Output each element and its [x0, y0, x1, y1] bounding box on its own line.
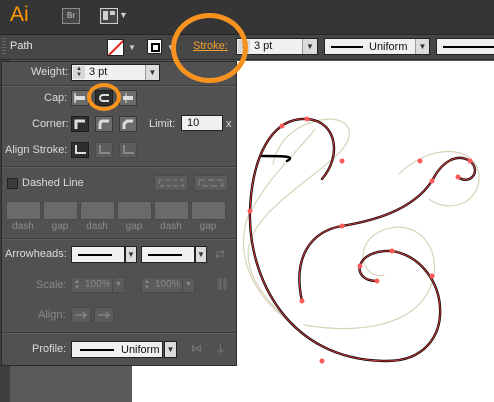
- gap-label: gap: [51, 221, 69, 232]
- divider: [2, 332, 236, 334]
- bevel-join-button[interactable]: [119, 116, 137, 132]
- dash-label: dash: [160, 221, 182, 232]
- scale-label: Scale:: [36, 279, 67, 291]
- end-scale-field[interactable]: ▲ ▼ 100% ▼: [141, 277, 195, 293]
- align-inside-button[interactable]: [95, 142, 113, 158]
- chevron-down-icon[interactable]: ▼: [119, 10, 128, 20]
- bridge-button[interactable]: Br: [62, 8, 80, 24]
- flip-along-icon[interactable]: ⋈: [191, 342, 202, 355]
- divider: [2, 166, 236, 168]
- profile-value: Uniform: [121, 344, 160, 356]
- profile-preview: [331, 46, 363, 48]
- gap-field-2[interactable]: [117, 201, 152, 220]
- flip-across-icon[interactable]: ⏚: [215, 341, 226, 357]
- projecting-cap-button[interactable]: [119, 90, 137, 106]
- dash-label: dash: [86, 221, 108, 232]
- end-scale-value: 100%: [155, 279, 181, 290]
- chevron-down-icon[interactable]: ▼: [164, 341, 177, 358]
- align-dashes-button[interactable]: [194, 175, 228, 191]
- stepper-icon[interactable]: ▲ ▼: [74, 279, 80, 291]
- gap-label: gap: [199, 221, 217, 232]
- chevron-down-icon[interactable]: ▼: [125, 246, 137, 263]
- dashed-line-checkbox[interactable]: [7, 178, 18, 189]
- align-arrow-label: Align:: [38, 309, 66, 321]
- arrange-documents-icon[interactable]: [100, 8, 118, 24]
- stroke-highlight-ring: [171, 13, 248, 83]
- stepper-icon[interactable]: ▲ ▼: [144, 279, 150, 291]
- arrowhead-preview: [148, 254, 182, 256]
- stroke-weight-value: 3 pt: [254, 40, 273, 52]
- illustrator-logo: Ai: [10, 3, 29, 26]
- profile-preview: [80, 349, 114, 351]
- chevron-down-icon[interactable]: ▼: [128, 43, 136, 52]
- stroke-weight-field[interactable]: ▲ ▼ 3 pt ▼: [236, 38, 318, 55]
- swap-arrowheads-icon[interactable]: ⇄: [215, 247, 225, 261]
- chevron-down-icon[interactable]: ▼: [195, 246, 207, 263]
- cap-highlight-ring: [87, 83, 121, 111]
- dashed-line-label: Dashed Line: [22, 177, 84, 189]
- gap-field-3[interactable]: [191, 201, 226, 220]
- arrow-tip-at-end-button[interactable]: [94, 307, 114, 323]
- chevron-down-icon[interactable]: ▼: [302, 39, 317, 54]
- stepper-icon[interactable]: ▲ ▼: [73, 66, 85, 79]
- dash-field-2[interactable]: [80, 201, 115, 220]
- divider: [2, 85, 236, 87]
- align-stroke-label: Align Stroke:: [5, 144, 68, 156]
- profile-select[interactable]: Uniform: [71, 341, 163, 358]
- align-outside-button[interactable]: [119, 142, 137, 158]
- miter-join-button[interactable]: [71, 116, 89, 132]
- profile-label: Profile:: [32, 343, 67, 355]
- limit-unit: x: [226, 118, 232, 130]
- limit-label: Limit:: [149, 118, 176, 130]
- start-scale-value: 100%: [85, 279, 111, 290]
- start-arrowhead-select[interactable]: ▼: [71, 246, 137, 263]
- gap-label: gap: [125, 221, 143, 232]
- cap-label: Cap:: [44, 92, 68, 104]
- dash-field-3[interactable]: [154, 201, 189, 220]
- chevron-down-icon[interactable]: ▼: [415, 39, 429, 54]
- gap-field-1[interactable]: [43, 201, 78, 220]
- profile-value: Uniform: [369, 41, 408, 53]
- miter-limit-field[interactable]: 10: [181, 115, 223, 131]
- chevron-down-icon[interactable]: ▼: [182, 278, 194, 292]
- corner-label: Corner:: [32, 118, 69, 130]
- round-join-button[interactable]: [95, 116, 113, 132]
- divider: [2, 238, 236, 240]
- selection-type-label: Path: [10, 40, 33, 52]
- weight-label: Weight:: [31, 66, 69, 78]
- chevron-down-icon[interactable]: ▼: [145, 65, 159, 80]
- variable-width-profile-select[interactable]: Uniform ▼: [324, 38, 430, 55]
- brush-preview: [443, 46, 494, 48]
- end-arrowhead-select[interactable]: ▼: [141, 246, 207, 263]
- grip-handle[interactable]: [2, 38, 6, 56]
- application-bar: Ai Br ▼: [0, 0, 494, 35]
- dash-label: dash: [12, 221, 34, 232]
- weight-value: 3 pt: [89, 66, 108, 78]
- weight-field[interactable]: ▲ ▼ 3 pt ▼: [71, 64, 160, 81]
- arrowheads-label: Arrowheads:: [5, 248, 67, 260]
- align-center-button[interactable]: [71, 142, 89, 158]
- arrow-tip-beyond-end-button[interactable]: [71, 307, 91, 323]
- brush-definition-select[interactable]: [436, 38, 494, 55]
- stroke-panel: Weight: ▲ ▼ 3 pt ▼ Cap: Corner: Limit: 10…: [1, 61, 237, 366]
- dash-field-1[interactable]: [6, 201, 41, 220]
- link-scale-icon[interactable]: ⛓: [215, 277, 230, 291]
- chevron-down-icon[interactable]: ▼: [112, 278, 124, 292]
- stroke-swatch[interactable]: [147, 39, 162, 54]
- arrowhead-preview: [78, 254, 112, 256]
- fill-swatch[interactable]: [107, 39, 124, 56]
- preserve-dashes-button[interactable]: [154, 175, 188, 191]
- start-scale-field[interactable]: ▲ ▼ 100% ▼: [71, 277, 125, 293]
